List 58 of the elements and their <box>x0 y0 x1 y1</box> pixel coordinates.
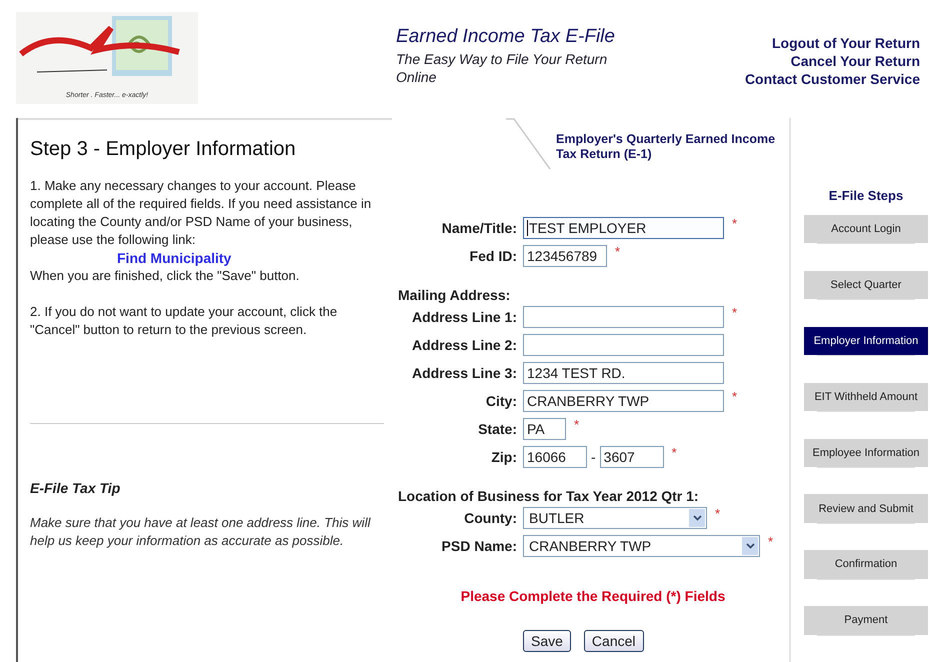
field-label: City: <box>484 393 517 409</box>
cancel-button[interactable]: Cancel <box>584 630 644 652</box>
step-button[interactable]: EIT Withheld Amount <box>804 382 928 411</box>
input-field[interactable]: CRANBERRY TWP <box>523 390 724 412</box>
field-label: State: <box>477 421 517 437</box>
zip-separator: - <box>591 449 596 465</box>
input-field[interactable]: 123456789 <box>523 245 607 267</box>
step-button[interactable]: Confirmation <box>804 550 928 579</box>
field-label: Name/Title: <box>440 220 517 236</box>
required-marker: * <box>732 389 738 404</box>
input-field[interactable]: 16066 <box>523 446 587 468</box>
site-subtitle: The Easy Way to File Your Return Online <box>396 50 608 86</box>
input-field[interactable]: PA <box>523 418 566 440</box>
field-label: Zip: <box>490 449 517 465</box>
input-field[interactable]: 1234 TEST RD. <box>523 362 724 384</box>
input-field[interactable] <box>523 334 724 356</box>
input-field[interactable] <box>523 306 724 328</box>
header-link[interactable]: Cancel Your Return <box>790 52 920 70</box>
tip-heading: E-File Tax Tip <box>30 480 122 496</box>
form-tab[interactable]: Employer's Quarterly Earned Income Tax Return (E-1) <box>556 132 776 170</box>
input-field[interactable]: 3607 <box>600 446 664 468</box>
field-label: County: <box>463 510 517 526</box>
step-button[interactable]: Review and Submit <box>804 494 928 523</box>
step-button[interactable]: Select Quarter <box>804 270 928 300</box>
instruction-text: 2. If you do not want to update your account, click the "Cancel" button to return to the previous screen. <box>30 303 338 339</box>
save-button[interactable]: Save <box>523 630 571 652</box>
field-label: PSD Name: <box>440 538 517 554</box>
tip-text: Make sure that you have at least one address line. This will help us keep your information as accurate as possible. <box>30 514 372 550</box>
required-marker: * <box>732 216 738 231</box>
input-field[interactable]: TEST EMPLOYER <box>523 217 724 239</box>
dropdown[interactable]: CRANBERRY TWP <box>523 535 760 557</box>
find-municipality-link[interactable]: Find Municipality <box>117 249 232 267</box>
instruction-text: When you are finished, click the "Save" button. <box>30 267 300 285</box>
header-link[interactable]: Logout of Your Return <box>772 34 920 52</box>
required-marker: * <box>574 417 580 432</box>
steps-heading: E-File Steps <box>828 188 904 203</box>
dropdown[interactable]: BUTLER <box>523 507 707 529</box>
header-link[interactable]: Contact Customer Service <box>744 70 920 88</box>
field-label: Fed ID: <box>468 248 517 264</box>
warning-text: Please Complete the Required (*) Fields <box>460 588 726 604</box>
section-heading: Mailing Address: <box>398 287 512 303</box>
field-label: Address Line 2: <box>410 337 517 353</box>
site-title: Earned Income Tax E-File <box>396 26 616 48</box>
step-button[interactable]: Account Login <box>804 215 928 244</box>
field-label: Address Line 3: <box>410 365 517 381</box>
instruction-text: 1. Make any necessary changes to your account. Please complete all of the required fields. If you need assistance in locating the County and/or PSD Name of your business, please use the following link: <box>30 177 372 249</box>
page-heading: Step 3 - Employer Information <box>30 138 297 161</box>
required-marker: * <box>615 244 620 259</box>
field-label: Address Line 1: <box>410 309 517 325</box>
required-marker: * <box>732 305 738 320</box>
step-button[interactable]: Employer Information <box>804 326 928 356</box>
tab-outline <box>506 118 552 170</box>
step-button[interactable]: Payment <box>804 606 928 634</box>
section-heading: Location of Business for Tax Year 2012 Qtr 1: <box>398 488 700 504</box>
step-button[interactable]: Employee Information <box>804 438 928 467</box>
required-marker: * <box>768 534 774 549</box>
required-marker: * <box>715 506 720 521</box>
required-marker: * <box>672 445 677 460</box>
